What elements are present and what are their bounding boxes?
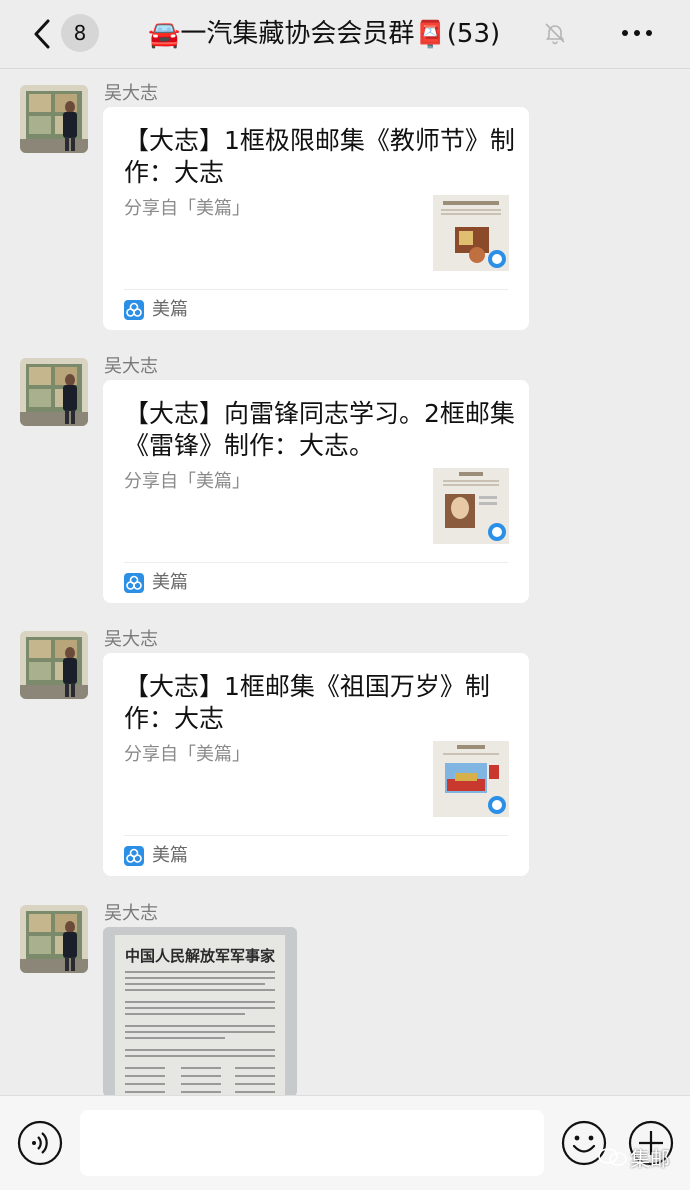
wechat-logo-icon bbox=[598, 1148, 627, 1166]
source-name: 美篇 bbox=[152, 845, 188, 866]
card-divider bbox=[124, 289, 508, 290]
card-divider bbox=[124, 562, 508, 563]
card-title: 【大志】1框邮集《祖国万岁》制作：大志 bbox=[124, 672, 490, 733]
source-name: 美篇 bbox=[152, 572, 188, 593]
message-input[interactable] bbox=[80, 1110, 544, 1176]
image-message[interactable]: 中国人民解放军军事家 bbox=[103, 927, 297, 1095]
member-count: (53) bbox=[446, 19, 501, 49]
chat-title[interactable]: 🚘一汽集藏协会会员群📮(53) bbox=[148, 14, 500, 54]
chevron-left-icon bbox=[34, 19, 50, 49]
unread-count-badge[interactable]: 8 bbox=[61, 14, 99, 52]
watermark-text: 集邮 bbox=[630, 1147, 670, 1171]
sender-name: 吴大志 bbox=[104, 83, 158, 104]
chat-message-list[interactable]: 吴大志 【大志】1框极限邮集《教师节》制作：大志 分享自「美篇」 美篇 吴大志 … bbox=[0, 69, 690, 1095]
card-description: 分享自「美篇」 bbox=[124, 744, 250, 765]
link-card[interactable]: 【大志】1框极限邮集《教师节》制作：大志 分享自「美篇」 美篇 bbox=[103, 107, 529, 330]
avatar[interactable] bbox=[20, 85, 88, 153]
meipian-logo-icon bbox=[124, 573, 144, 593]
meipian-logo-icon bbox=[124, 846, 144, 866]
more-options-icon[interactable] bbox=[620, 20, 654, 46]
card-thumbnail bbox=[433, 741, 509, 817]
avatar[interactable] bbox=[20, 631, 88, 699]
group-name: 一汽集藏协会会员群 bbox=[180, 19, 415, 49]
card-title: 【大志】1框极限邮集《教师节》制作：大志 bbox=[124, 126, 515, 187]
sender-name: 吴大志 bbox=[104, 629, 158, 650]
voice-input-icon[interactable] bbox=[17, 1120, 63, 1166]
input-bar bbox=[0, 1095, 690, 1190]
card-title: 【大志】向雷锋同志学习。2框邮集《雷锋》制作：大志。 bbox=[124, 399, 515, 460]
mute-bell-icon bbox=[545, 23, 565, 45]
card-thumbnail bbox=[433, 195, 509, 271]
card-thumbnail bbox=[433, 468, 509, 544]
sender-name: 吴大志 bbox=[104, 356, 158, 377]
postbox-emoji-icon: 📮 bbox=[414, 19, 447, 50]
chat-header: 8 🚘一汽集藏协会会员群📮(53) bbox=[0, 0, 690, 69]
image-heading: 中国人民解放军军事家 bbox=[125, 947, 275, 965]
sender-name: 吴大志 bbox=[104, 903, 158, 924]
card-divider bbox=[124, 835, 508, 836]
card-description: 分享自「美篇」 bbox=[124, 198, 250, 219]
source-name: 美篇 bbox=[152, 299, 188, 320]
link-card[interactable]: 【大志】向雷锋同志学习。2框邮集《雷锋》制作：大志。 分享自「美篇」 美篇 bbox=[103, 380, 529, 603]
avatar[interactable] bbox=[20, 905, 88, 973]
meipian-logo-icon bbox=[124, 300, 144, 320]
link-card[interactable]: 【大志】1框邮集《祖国万岁》制作：大志 分享自「美篇」 美篇 bbox=[103, 653, 529, 876]
avatar[interactable] bbox=[20, 358, 88, 426]
card-description: 分享自「美篇」 bbox=[124, 471, 250, 492]
back-button[interactable] bbox=[30, 18, 60, 50]
car-emoji-icon: 🚘 bbox=[148, 19, 181, 50]
